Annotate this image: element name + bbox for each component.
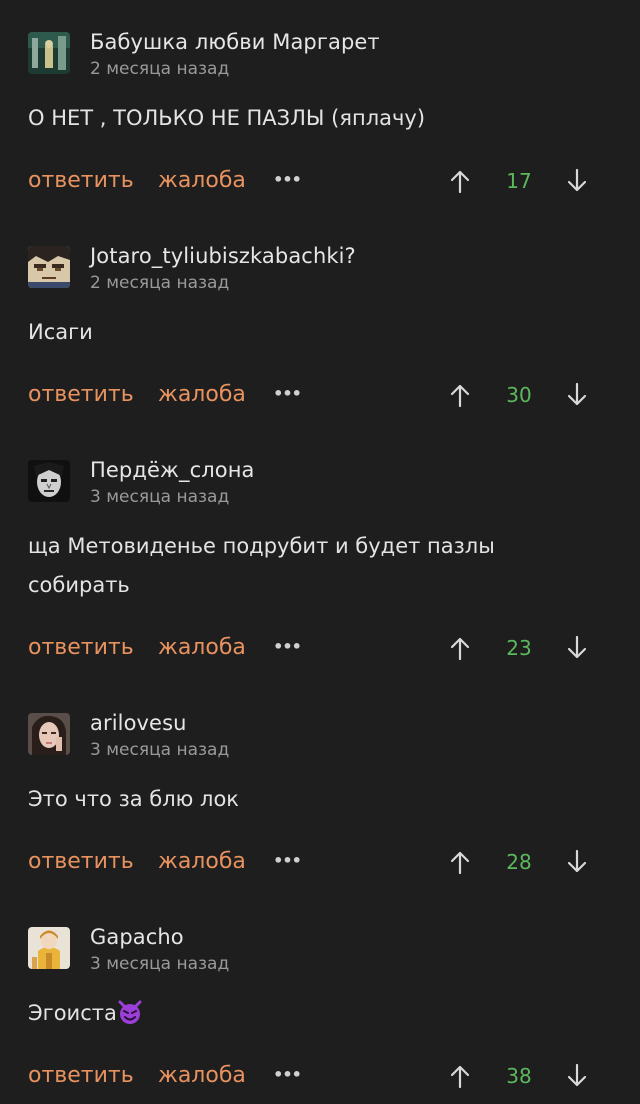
avatar[interactable]	[28, 32, 70, 74]
vote-score: 23	[506, 636, 532, 660]
comment-text: Это что за блю лок	[28, 787, 239, 811]
avatar[interactable]	[28, 713, 70, 755]
report-button[interactable]: жалоба	[158, 635, 246, 660]
more-options-icon[interactable]: •••	[273, 631, 302, 661]
vote-score: 30	[506, 383, 532, 407]
downvote-arrow-icon[interactable]	[565, 166, 589, 196]
vote-score: 38	[506, 1064, 532, 1088]
avatar[interactable]	[28, 460, 70, 502]
report-button[interactable]: жалоба	[158, 382, 246, 407]
comment-time: 3 месяца назад	[90, 740, 230, 760]
downvote-arrow-icon[interactable]	[565, 847, 589, 877]
more-options-icon[interactable]: •••	[273, 378, 302, 408]
comment-text: О НЕТ , ТОЛЬКО НЕ ПАЗЛЫ (яплачу)	[28, 106, 426, 130]
upvote-arrow-icon[interactable]	[448, 847, 472, 877]
smiling-imp-emoji	[117, 999, 143, 1025]
reply-button[interactable]: ответить	[28, 382, 134, 407]
more-options-icon[interactable]: •••	[273, 845, 302, 875]
avatar[interactable]	[28, 927, 70, 969]
comment-actions: ответить жалоба ••• 30	[0, 376, 640, 416]
comment-text-content: Эгоиста	[28, 1001, 117, 1025]
upvote-arrow-icon[interactable]	[448, 166, 472, 196]
reply-button[interactable]: ответить	[28, 168, 134, 193]
comment-time: 2 месяца назад	[90, 273, 230, 293]
comment-actions: ответить жалоба ••• 23	[0, 629, 640, 669]
comment-time: 3 месяца назад	[90, 487, 230, 507]
downvote-arrow-icon[interactable]	[565, 1061, 589, 1091]
comment-time: 3 месяца назад	[90, 954, 230, 974]
upvote-arrow-icon[interactable]	[448, 380, 472, 410]
report-button[interactable]: жалоба	[158, 168, 246, 193]
comment-actions: ответить жалоба ••• 38	[0, 1057, 640, 1097]
report-button[interactable]: жалоба	[158, 849, 246, 874]
comment-time: 2 месяца назад	[90, 59, 230, 79]
vote-score: 17	[506, 169, 532, 193]
vote-score: 28	[506, 850, 532, 874]
comment-author[interactable]: arilovesu	[90, 711, 187, 735]
report-button[interactable]: жалоба	[158, 1063, 246, 1088]
comment-author[interactable]: Пердёж_слона	[90, 458, 255, 482]
comment-author[interactable]: Бабушка любви Маргарет	[90, 30, 380, 54]
avatar[interactable]	[28, 246, 70, 288]
reply-button[interactable]: ответить	[28, 1063, 134, 1088]
upvote-arrow-icon[interactable]	[448, 633, 472, 663]
comment-text: Исаги	[28, 320, 93, 344]
comment-text: ща Метовиденье подрубит и будет пазлы со…	[28, 534, 495, 597]
reply-button[interactable]: ответить	[28, 635, 134, 660]
comment-actions: ответить жалоба ••• 28	[0, 843, 640, 883]
reply-button[interactable]: ответить	[28, 849, 134, 874]
comment-text: Эгоиста	[28, 994, 588, 1033]
downvote-arrow-icon[interactable]	[565, 380, 589, 410]
comment-author[interactable]: Gapacho	[90, 925, 184, 949]
more-options-icon[interactable]: •••	[273, 1059, 302, 1089]
comment-actions: ответить жалоба ••• 17	[0, 162, 640, 202]
downvote-arrow-icon[interactable]	[565, 633, 589, 663]
comment-author[interactable]: Jotaro_tyliubiszkabachki?	[90, 244, 356, 268]
upvote-arrow-icon[interactable]	[448, 1061, 472, 1091]
more-options-icon[interactable]: •••	[273, 164, 302, 194]
